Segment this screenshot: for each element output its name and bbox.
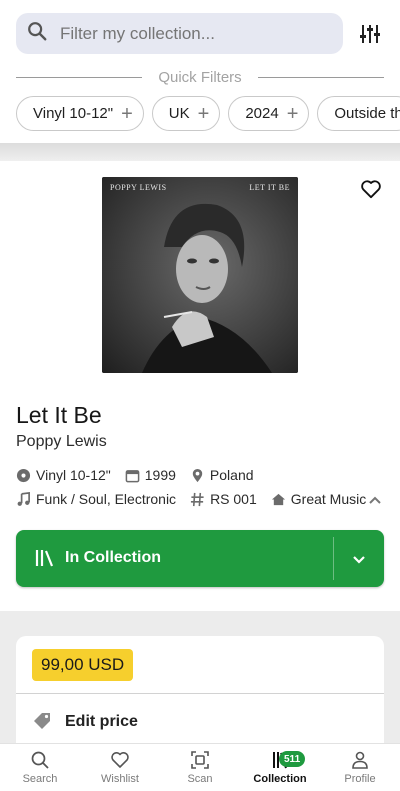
search-bar[interactable] (16, 13, 343, 54)
music-note-icon (17, 491, 30, 506)
in-collection-button[interactable]: In Collection (16, 530, 384, 587)
album-cover[interactable]: POPPY LEWIS LET IT BE (102, 177, 298, 373)
meta-catalog: RS 001 (190, 491, 257, 507)
scan-icon (191, 751, 209, 769)
chip-label: 2024 (245, 105, 279, 122)
cover-portrait-image (102, 177, 298, 373)
chip-label: UK (168, 105, 190, 122)
favorite-heart-icon[interactable] (360, 179, 382, 199)
chip-label: Outside th (334, 105, 400, 122)
chevron-up-icon[interactable] (368, 492, 382, 504)
release-meta-row-1: Vinyl 10-12" 1999 Poland (16, 466, 268, 484)
edit-price-label: Edit price (65, 713, 138, 730)
divider (257, 76, 384, 78)
vinyl-icon (16, 468, 31, 482)
nav-search-label: Search (22, 773, 58, 785)
nav-wishlist-label: Wishlist (101, 773, 139, 785)
divider (16, 76, 143, 78)
search-icon (26, 20, 48, 47)
plus-icon: + (286, 102, 299, 125)
chip-country[interactable]: UK + (151, 96, 221, 131)
nav-scan-label: Scan (187, 773, 213, 785)
nav-wishlist[interactable]: Wishlist (80, 744, 160, 791)
top-bar: Quick Filters Vinyl 10-12" + UK + 2024 + Ou… (0, 0, 400, 143)
meta-genre-text: Funk / Soul, Electronic (36, 491, 177, 507)
nav-search[interactable]: Search (0, 744, 80, 791)
bottom-navigation: Search Wishlist Scan Collection Profile … (0, 743, 400, 791)
cover-artist-text: POPPY LEWIS (110, 183, 167, 192)
edit-price-button[interactable]: Edit price (32, 712, 138, 732)
search-icon (31, 751, 49, 769)
meta-label: Great Music (271, 491, 366, 507)
chip-format[interactable]: Vinyl 10-12" + (16, 96, 144, 131)
meta-year: 1999 (125, 467, 176, 483)
tag-icon (34, 713, 50, 729)
home-icon (271, 493, 285, 505)
quick-filter-chips: Vinyl 10-12" + UK + 2024 + Outside th (16, 96, 400, 132)
chip-label: Vinyl 10-12" (33, 105, 114, 122)
price-badge: 99,00 USD (32, 649, 134, 681)
meta-country: Poland (190, 467, 254, 483)
plus-icon: + (121, 102, 133, 125)
in-collection-label: In Collection (65, 549, 161, 566)
collection-count-badge: 511 (279, 751, 306, 767)
meta-genre: Funk / Soul, Electronic (16, 491, 176, 507)
chip-year[interactable]: 2024 + (228, 96, 310, 131)
release-artist[interactable]: Poppy Lewis (16, 433, 107, 451)
plus-icon: + (197, 102, 210, 125)
release-title: Let It Be (16, 402, 102, 428)
location-pin-icon (192, 468, 203, 482)
nav-scan[interactable]: Scan (160, 744, 240, 791)
nav-collection-label: Collection (253, 773, 307, 785)
app-root: Quick Filters Vinyl 10-12" + UK + 2024 + Ou… (0, 0, 400, 791)
release-meta-row-2: Funk / Soul, Electronic RS 001 Great Mus… (16, 490, 380, 508)
calendar-icon (125, 469, 140, 482)
filter-settings-icon[interactable] (357, 22, 383, 46)
divider (16, 693, 384, 694)
search-input[interactable] (60, 23, 320, 44)
quick-filters-title: Quick Filters (158, 68, 242, 86)
nav-profile-label: Profile (344, 773, 376, 785)
section-divider (0, 143, 400, 161)
release-card: POPPY LEWIS LET IT BE Let It Be Poppy Le… (0, 161, 400, 611)
nav-collection[interactable]: Collection (240, 744, 320, 791)
meta-catalog-text: RS 001 (210, 491, 257, 507)
quick-filters-header: Quick Filters (16, 66, 384, 88)
hash-icon (191, 492, 204, 506)
button-separator (333, 537, 334, 580)
cover-title-text: LET IT BE (249, 183, 290, 192)
library-icon (34, 548, 56, 568)
price-value: 99,00 USD (41, 655, 125, 674)
meta-format-text: Vinyl 10-12" (36, 467, 111, 483)
meta-label-text: Great Music (290, 491, 367, 507)
meta-format: Vinyl 10-12" (16, 467, 111, 483)
meta-country-text: Poland (209, 467, 254, 483)
meta-year-text: 1999 (144, 467, 176, 483)
chevron-down-icon[interactable] (353, 552, 365, 564)
profile-icon (352, 751, 368, 769)
chip-outside[interactable]: Outside th (317, 96, 400, 131)
nav-profile[interactable]: Profile (320, 744, 400, 791)
heart-icon (111, 752, 129, 768)
